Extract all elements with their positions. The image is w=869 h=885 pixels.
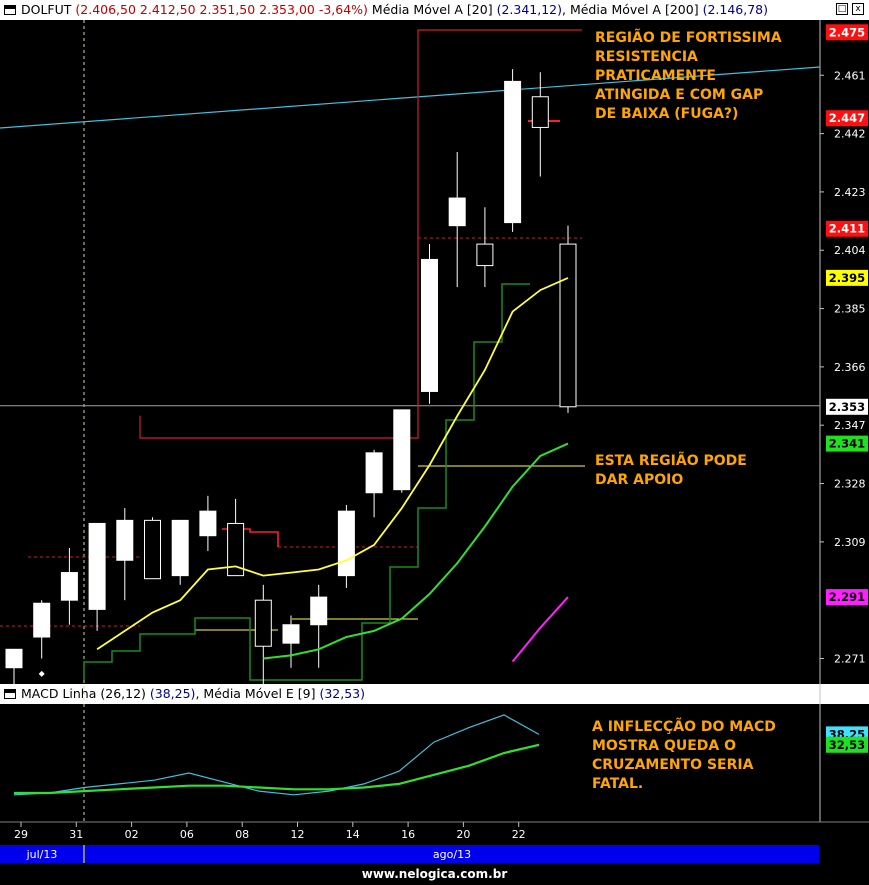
y-tick-label: 2.366 <box>834 361 866 374</box>
y-tick-label: 2.328 <box>834 478 866 491</box>
price-tag-label: 2.411 <box>829 222 865 236</box>
month-label: ago/13 <box>433 848 471 861</box>
price-tag-label: 2.291 <box>829 590 865 604</box>
stop-step-line <box>83 283 530 681</box>
annotation-line: RESISTENCIA <box>595 49 698 65</box>
candle-up <box>60 572 78 601</box>
price-tag-label: 2.475 <box>829 25 865 39</box>
candle-up <box>116 519 134 561</box>
annotation-line: ESTA REGIÃO PODE <box>595 453 747 469</box>
candle-up <box>365 452 383 494</box>
x-tick-label: 08 <box>235 828 249 841</box>
annotation-line: A INFLECÇÃO DO MACD <box>592 719 776 735</box>
y-tick-label: 2.461 <box>834 69 866 82</box>
annotation-line: ATINGIDA E COM GAP <box>595 87 764 103</box>
annotation-line: CRUZAMENTO SERIA <box>592 757 754 773</box>
candle-down <box>531 96 549 128</box>
price-tag-label: 2.341 <box>829 437 865 451</box>
candle-down <box>144 519 161 580</box>
y-tick-label: 2.271 <box>834 653 866 666</box>
candle-up <box>337 510 355 577</box>
price-tag-label: 2.395 <box>829 271 865 285</box>
footer-url[interactable]: www.nelogica.com.br <box>0 864 869 885</box>
annotation-line: DAR APOIO <box>595 472 684 488</box>
x-tick-label: 16 <box>401 828 415 841</box>
x-tick-label: 20 <box>456 828 470 841</box>
price-tag-label: 2.353 <box>829 400 865 414</box>
y-tick-label: 2.309 <box>834 536 866 549</box>
macd-line <box>13 714 540 796</box>
ma20-line <box>96 277 569 651</box>
ma200-line <box>263 442 569 660</box>
candle-up <box>5 648 23 669</box>
candle-down <box>559 243 577 408</box>
magenta-line <box>511 596 569 663</box>
annotation-line: MOSTRA QUEDA O <box>592 738 737 754</box>
diamond-marker <box>38 670 45 677</box>
candle-up <box>393 409 411 491</box>
x-tick-label: 22 <box>512 828 526 841</box>
annotation-line: PRATICAMENTE <box>595 68 716 84</box>
price-tag-label: 2.447 <box>829 111 865 125</box>
annotation-line: FATAL. <box>592 776 644 792</box>
candle-down <box>254 599 272 647</box>
x-tick-label: 29 <box>14 828 28 841</box>
x-tick-label: 12 <box>291 828 305 841</box>
candle-up <box>310 596 328 626</box>
x-tick-label: 14 <box>346 828 360 841</box>
y-tick-label: 2.404 <box>834 244 866 257</box>
annotation-line: DE BAIXA (FUGA?) <box>595 106 739 122</box>
annotation-line: REGIÃO DE FORTISSIMA <box>595 30 782 46</box>
candle-up <box>199 510 217 537</box>
resistance-annotation: REGIÃO DE FORTISSIMA RESISTENCIA PRATICA… <box>595 29 782 124</box>
y-tick-label: 2.423 <box>834 186 866 199</box>
candle-up <box>33 602 51 638</box>
candle-up <box>421 258 438 392</box>
macd-value-tag-label: 32,53 <box>829 738 865 752</box>
x-tick-label: 31 <box>69 828 83 841</box>
candle-up <box>448 197 466 227</box>
y-tick-label: 2.385 <box>834 303 866 316</box>
macd-signal-line <box>14 743 540 795</box>
macd-annotation: A INFLECÇÃO DO MACD MOSTRA QUEDA O CRUZA… <box>592 718 776 794</box>
candle-up <box>88 522 106 610</box>
candle-up <box>282 624 300 644</box>
x-tick-label: 02 <box>125 828 139 841</box>
candle-up <box>171 519 189 577</box>
support-annotation: ESTA REGIÃO PODE DAR APOIO <box>595 452 747 490</box>
candle-down <box>476 243 494 267</box>
y-tick-label: 2.442 <box>834 128 866 141</box>
y-tick-label: 2.347 <box>834 419 866 432</box>
candle-up <box>504 80 522 224</box>
month-label: jul/13 <box>26 848 58 861</box>
x-tick-label: 06 <box>180 828 194 841</box>
